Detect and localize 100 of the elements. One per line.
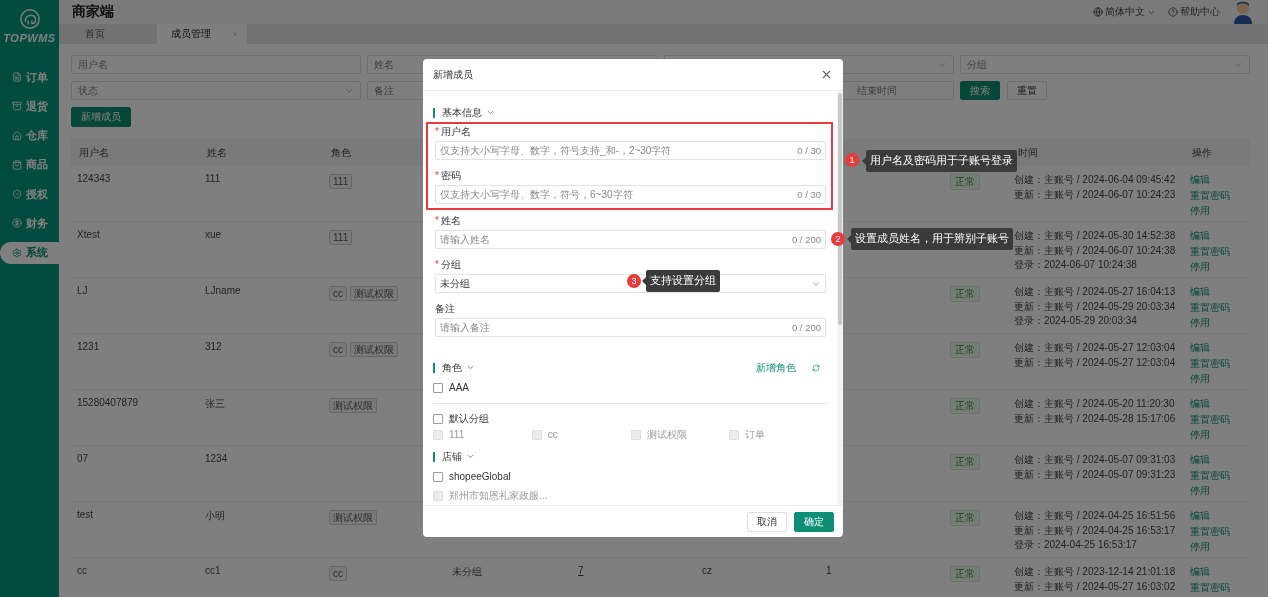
action-link[interactable]: 重置密码 [1190,412,1230,427]
sidebar-item[interactable]: 系统 [0,241,59,264]
checkbox[interactable]: 默认分组 [433,411,489,426]
action-link[interactable]: 编辑 [1190,397,1210,412]
input-field[interactable]: 请输入备注 0 / 200 [435,318,826,337]
action-link[interactable]: 停用 [1190,540,1210,555]
column-header: 用户名 [79,145,109,160]
close-icon[interactable] [231,30,239,38]
action-link[interactable]: 编辑 [1190,565,1210,580]
sidebar-item[interactable]: 仓库 [0,124,59,147]
table-cell: 1231 [77,341,100,352]
cancel-button[interactable]: 取消 [747,511,787,532]
document-icon [12,72,22,82]
time-line: 更新：主账号 / 2024-06-07 10:24:38 [1014,243,1176,257]
link[interactable]: 7 [578,565,584,576]
time-line: 创建：主账号 / 2024-05-07 09:31:03 [1014,453,1176,467]
checkbox-box[interactable] [433,471,443,482]
checkbox[interactable]: shopeeGlobal [433,471,511,482]
action-link[interactable]: 编辑 [1190,173,1210,188]
time-line: 创建：主账号 / 2024-06-04 09:45:42 [1014,173,1176,187]
role-tag: 测试权限 [329,510,377,525]
time-line: 更新：主账号 / 2024-05-29 20:03:34 [1014,299,1176,313]
table-cell: 15280407879 [77,397,139,408]
search-button[interactable]: 搜索 [959,81,1000,100]
time-line: 登录：2024-05-29 20:03:34 [1014,314,1137,328]
action-link[interactable]: 停用 [1190,372,1210,387]
action-link[interactable]: 重置密码 [1190,356,1230,371]
table-cell: cc [77,565,87,576]
role-tag: 测试权限 [350,286,398,301]
action-link[interactable]: 重置密码 [1190,580,1230,595]
section-title: 基本信息 [442,105,482,120]
scrollbar[interactable] [837,91,843,505]
action-link[interactable]: 重置密码 [1190,468,1230,483]
chevron-icon[interactable] [466,363,475,372]
input-field[interactable]: 用户名 [71,55,362,74]
refresh-button[interactable] [812,363,820,372]
logo-text: TOPWMS [3,32,56,44]
action-link[interactable]: 停用 [1190,204,1210,219]
input-field[interactable]: 仅支持大小写字母、数字，符号支持_和-，2~30字符 0 / 30 [435,141,826,160]
status-tag: 正常 [950,454,980,470]
add-member-button[interactable]: 新增成员 [71,107,131,127]
action-link[interactable]: 停用 [1190,484,1210,499]
language-selector[interactable]: 简体中文 [1093,5,1156,19]
checkbox-box[interactable] [433,382,443,393]
section-title: 店铺 [442,449,462,464]
action-link[interactable]: 停用 [1190,260,1210,275]
action-link[interactable]: 重置密码 [1190,188,1230,203]
action-link[interactable]: 重置密码 [1190,300,1230,315]
action-link[interactable]: 编辑 [1190,229,1210,244]
select-field[interactable]: 状态 [71,81,362,100]
time-line: 创建：主账号 / 2024-05-30 14:52:38 [1014,229,1176,243]
section-marker [433,362,435,373]
sidebar-item[interactable]: 财务 [0,212,59,235]
chevron-icon[interactable] [486,108,495,117]
field-label: 姓名 [440,214,461,227]
sidebar-item[interactable]: 退货 [0,95,59,118]
action-link[interactable]: 停用 [1190,316,1210,331]
chevron-icon[interactable] [466,452,475,461]
table-cell: 未分组 [452,565,482,579]
action-link[interactable]: 重置密码 [1190,244,1230,259]
time-line: 登录：2024-04-25 16:53:17 [1014,538,1137,552]
table-cell: 1 [826,565,832,576]
action-link[interactable]: 编辑 [1190,285,1210,300]
sidebar-item[interactable]: 订单 [0,66,59,88]
tab[interactable]: 首页 [71,24,149,44]
time-line: 更新：主账号 / 2024-05-07 09:31:23 [1014,467,1176,481]
section-marker [433,451,435,462]
field-label: 分组 [440,258,461,271]
reset-button[interactable]: 重置 [1006,81,1047,100]
column-header: 操作 [1192,145,1212,160]
checkbox[interactable]: AAA [433,382,469,393]
section-title: 角色 [442,360,462,375]
status-tag: 正常 [950,398,980,414]
add-role-link[interactable]: 新增角色 [756,360,796,375]
home-icon [12,130,22,141]
input-field[interactable]: 仅支持大小写字母、数字，符号，6~30字符 0 / 30 [435,185,826,204]
close-button[interactable] [820,68,833,81]
help-link[interactable]: 帮助中心 [1168,5,1220,19]
action-link[interactable]: 编辑 [1190,341,1210,356]
table-cell: 1234 [205,453,228,464]
confirm-button[interactable]: 确定 [794,511,834,532]
table-cell: 111 [205,173,221,184]
column-header: 姓名 [207,145,227,160]
table-cell: cc1 [205,565,221,576]
tab[interactable]: 成员管理 [157,24,247,44]
action-link[interactable]: 编辑 [1190,453,1210,468]
bag-icon [12,159,22,170]
time-line: 创建：主账号 / 2024-05-20 11:20:30 [1014,397,1175,411]
coin-icon [12,218,22,229]
required-mark: * [435,125,439,138]
sidebar-item[interactable]: 商品 [0,153,59,176]
action-link[interactable]: 编辑 [1190,509,1210,524]
action-link[interactable]: 停用 [1190,428,1210,443]
input-field[interactable]: 请输入姓名 0 / 200 [435,230,826,249]
table-cell: 07 [77,453,89,464]
sidebar-item[interactable]: 授权 [0,183,59,206]
checkbox-box[interactable] [433,413,443,424]
avatar-icon[interactable] [1232,0,1254,24]
table-cell: LJ [77,285,88,296]
action-link[interactable]: 重置密码 [1190,524,1230,539]
